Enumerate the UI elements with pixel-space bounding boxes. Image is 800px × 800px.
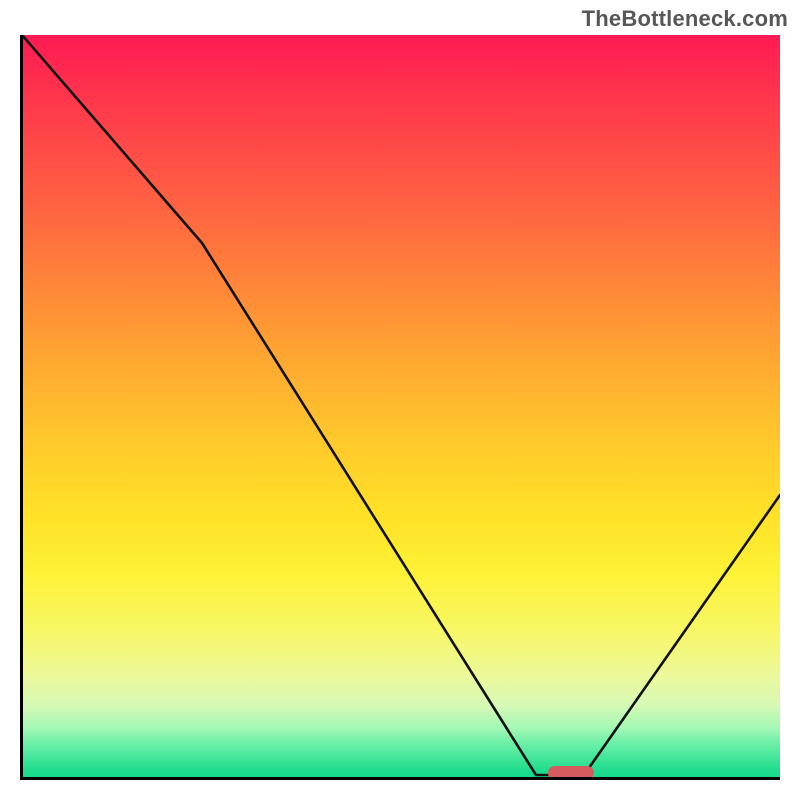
watermark-label: TheBottleneck.com xyxy=(582,6,788,32)
minimum-marker xyxy=(548,766,594,780)
bottleneck-curve xyxy=(20,35,780,780)
plot-area xyxy=(20,35,780,780)
chart-container: TheBottleneck.com xyxy=(0,0,800,800)
curve-path xyxy=(22,35,780,775)
